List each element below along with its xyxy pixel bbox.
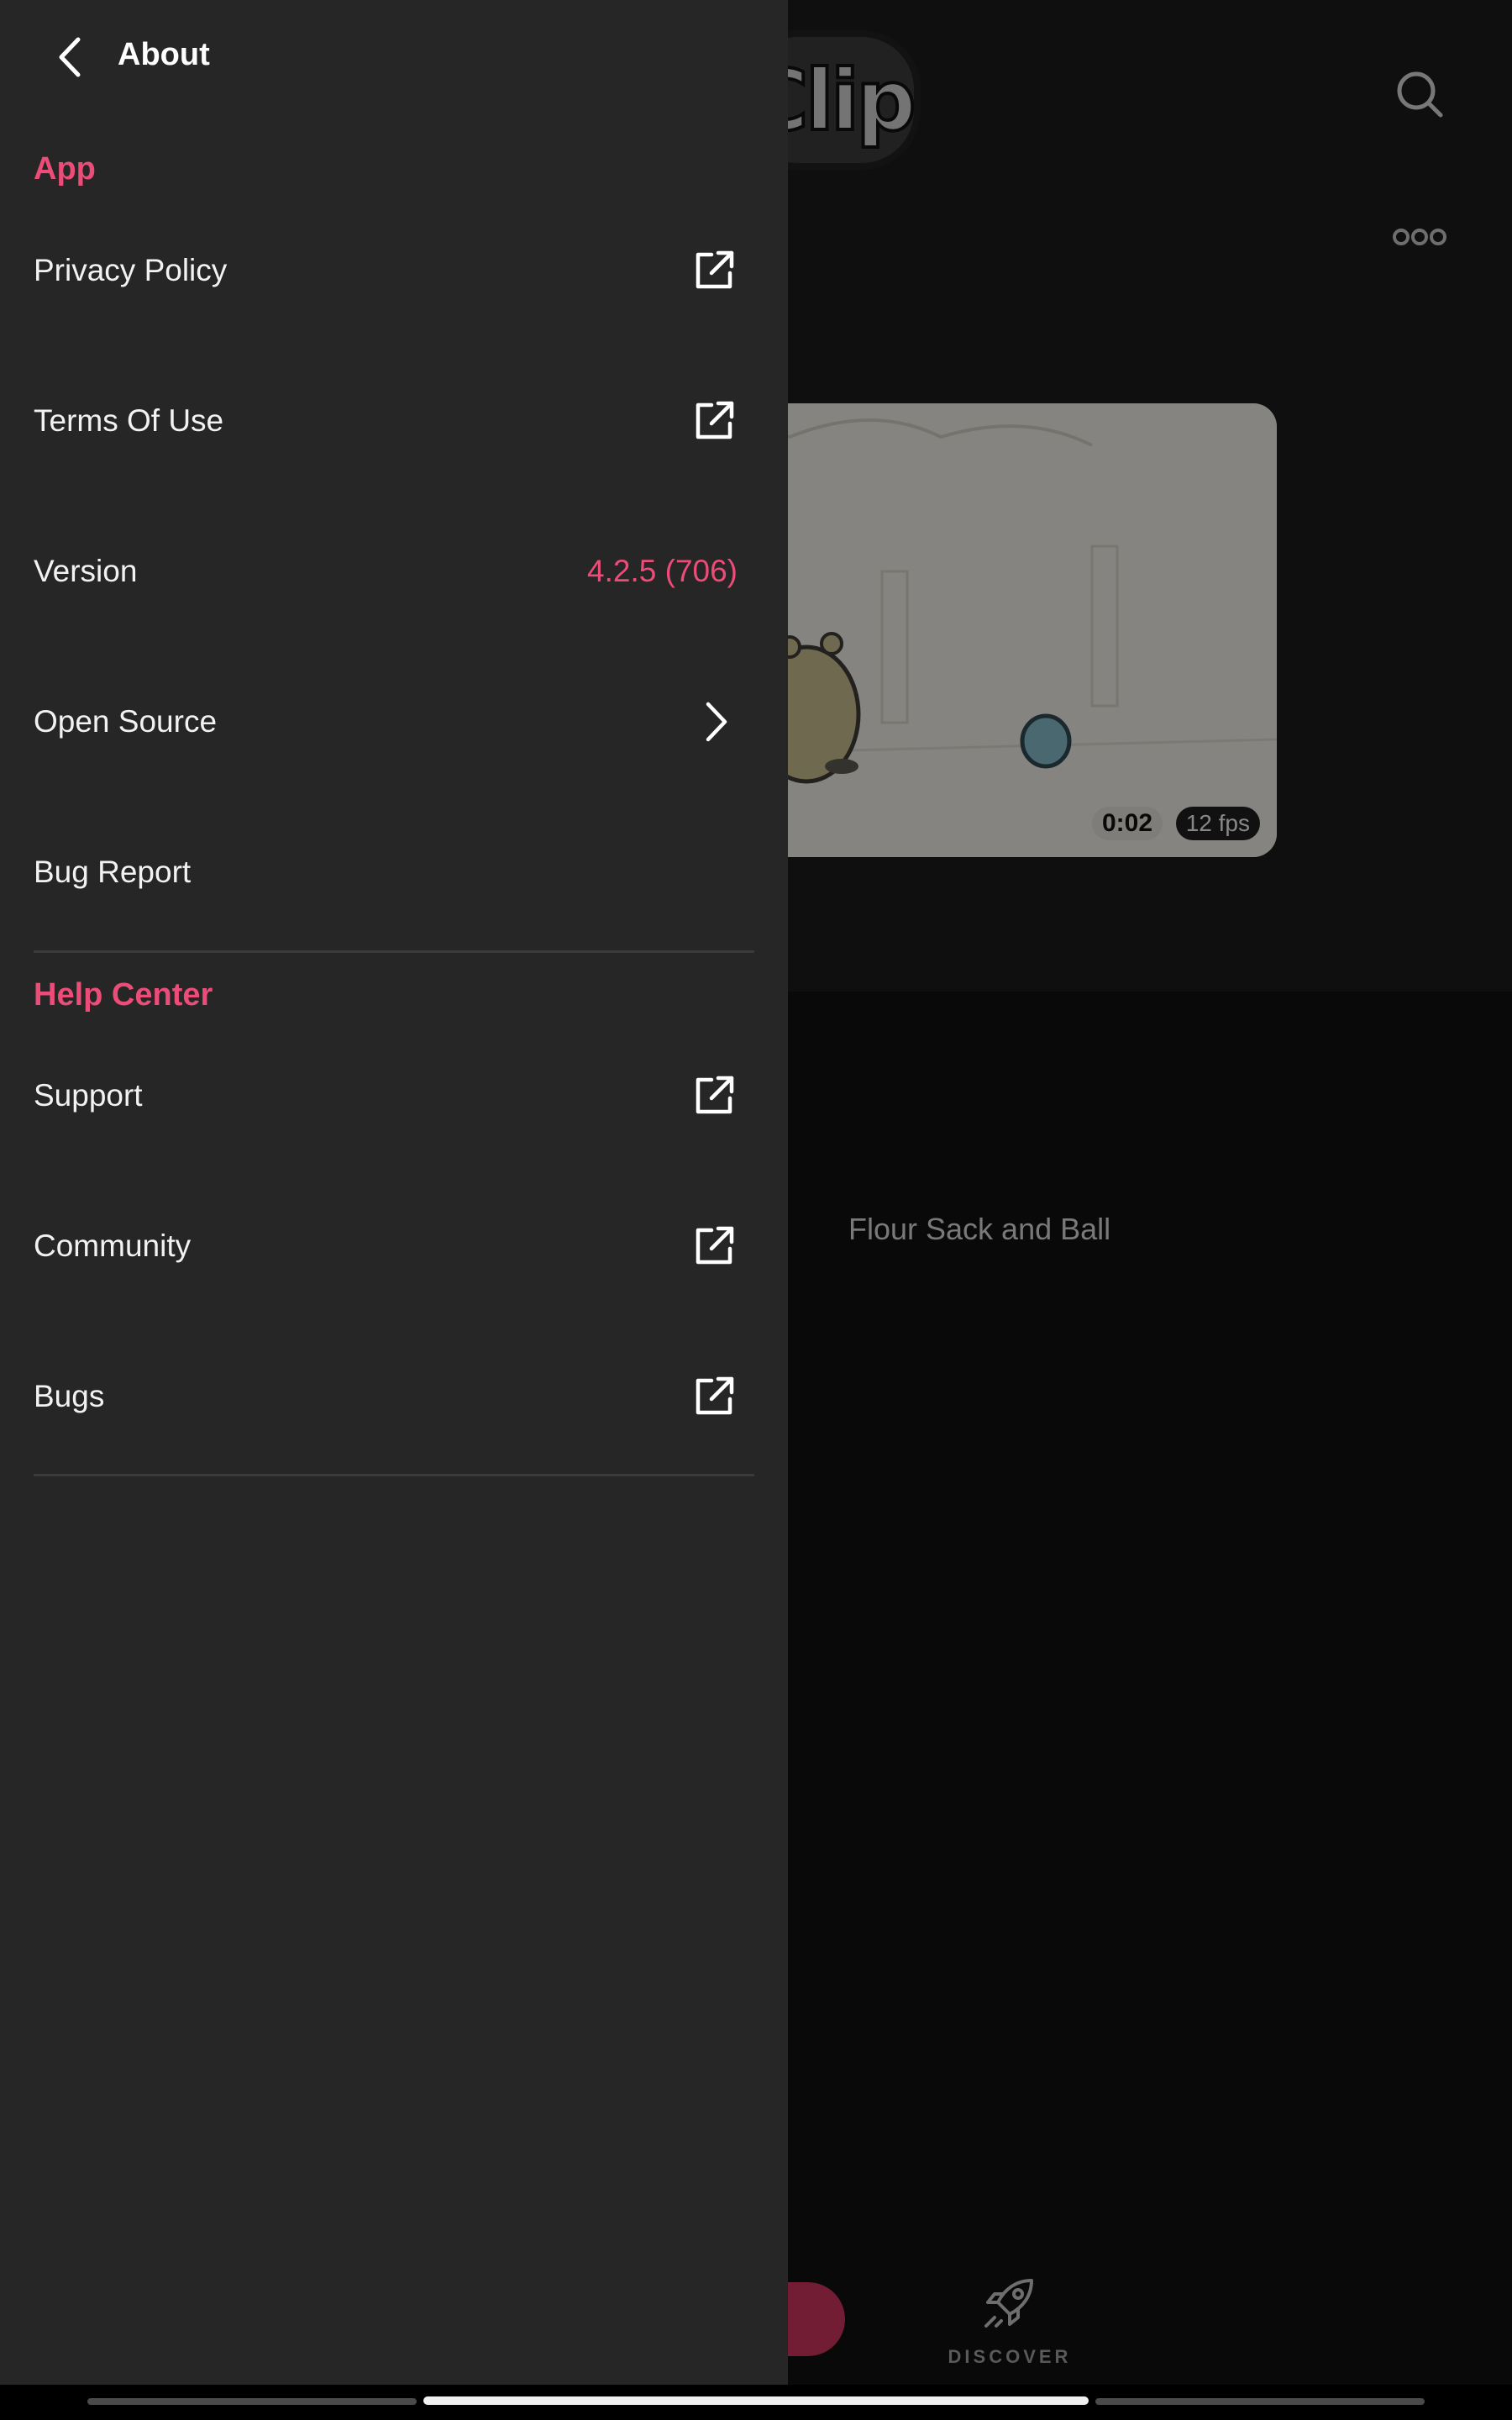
menu-item-label: Privacy Policy — [34, 253, 228, 287]
section-label-help-center: Help Center — [34, 977, 213, 1013]
version-value: 4.2.5 (706) — [587, 554, 738, 588]
chevron-right-icon — [690, 698, 738, 745]
system-navigation-bar — [0, 2385, 1512, 2420]
section-divider — [34, 950, 754, 953]
external-link-icon — [690, 1223, 738, 1270]
menu-item-bugs[interactable]: Bugs — [0, 1325, 788, 1468]
back-button[interactable] — [44, 29, 94, 86]
menu-item-label: Community — [34, 1228, 192, 1263]
section-label-app: App — [34, 151, 96, 187]
menu-item-community[interactable]: Community — [0, 1175, 788, 1318]
drawer-title: About — [118, 37, 210, 72]
menu-item-label: Terms Of Use — [34, 403, 224, 438]
drawer-header: About — [0, 0, 788, 113]
about-drawer: About App Privacy Policy Terms Of Use Ve… — [0, 0, 788, 2385]
menu-item-privacy-policy[interactable]: Privacy Policy — [0, 199, 788, 342]
menu-item-version: Version 4.2.5 (706) — [0, 500, 788, 643]
menu-item-terms-of-use[interactable]: Terms Of Use — [0, 350, 788, 492]
external-link-icon — [690, 247, 738, 294]
menu-item-label: Bug Report — [34, 855, 192, 889]
gesture-track — [87, 2398, 417, 2405]
menu-item-label: Version — [34, 554, 138, 588]
menu-item-open-source[interactable]: Open Source — [0, 650, 788, 793]
chevron-left-icon — [59, 37, 81, 77]
external-link-icon — [690, 1373, 738, 1420]
menu-item-label: Open Source — [34, 704, 218, 739]
gesture-track — [1095, 2398, 1425, 2405]
menu-item-bug-report[interactable]: Bug Report — [0, 801, 788, 944]
menu-item-support[interactable]: Support — [0, 1024, 788, 1167]
menu-item-label: Support — [34, 1078, 143, 1113]
home-gesture-handle[interactable] — [423, 2396, 1089, 2405]
external-link-icon — [690, 397, 738, 445]
menu-item-label: Bugs — [34, 1379, 105, 1413]
external-link-icon — [690, 1072, 738, 1119]
section-divider — [34, 1474, 754, 1476]
